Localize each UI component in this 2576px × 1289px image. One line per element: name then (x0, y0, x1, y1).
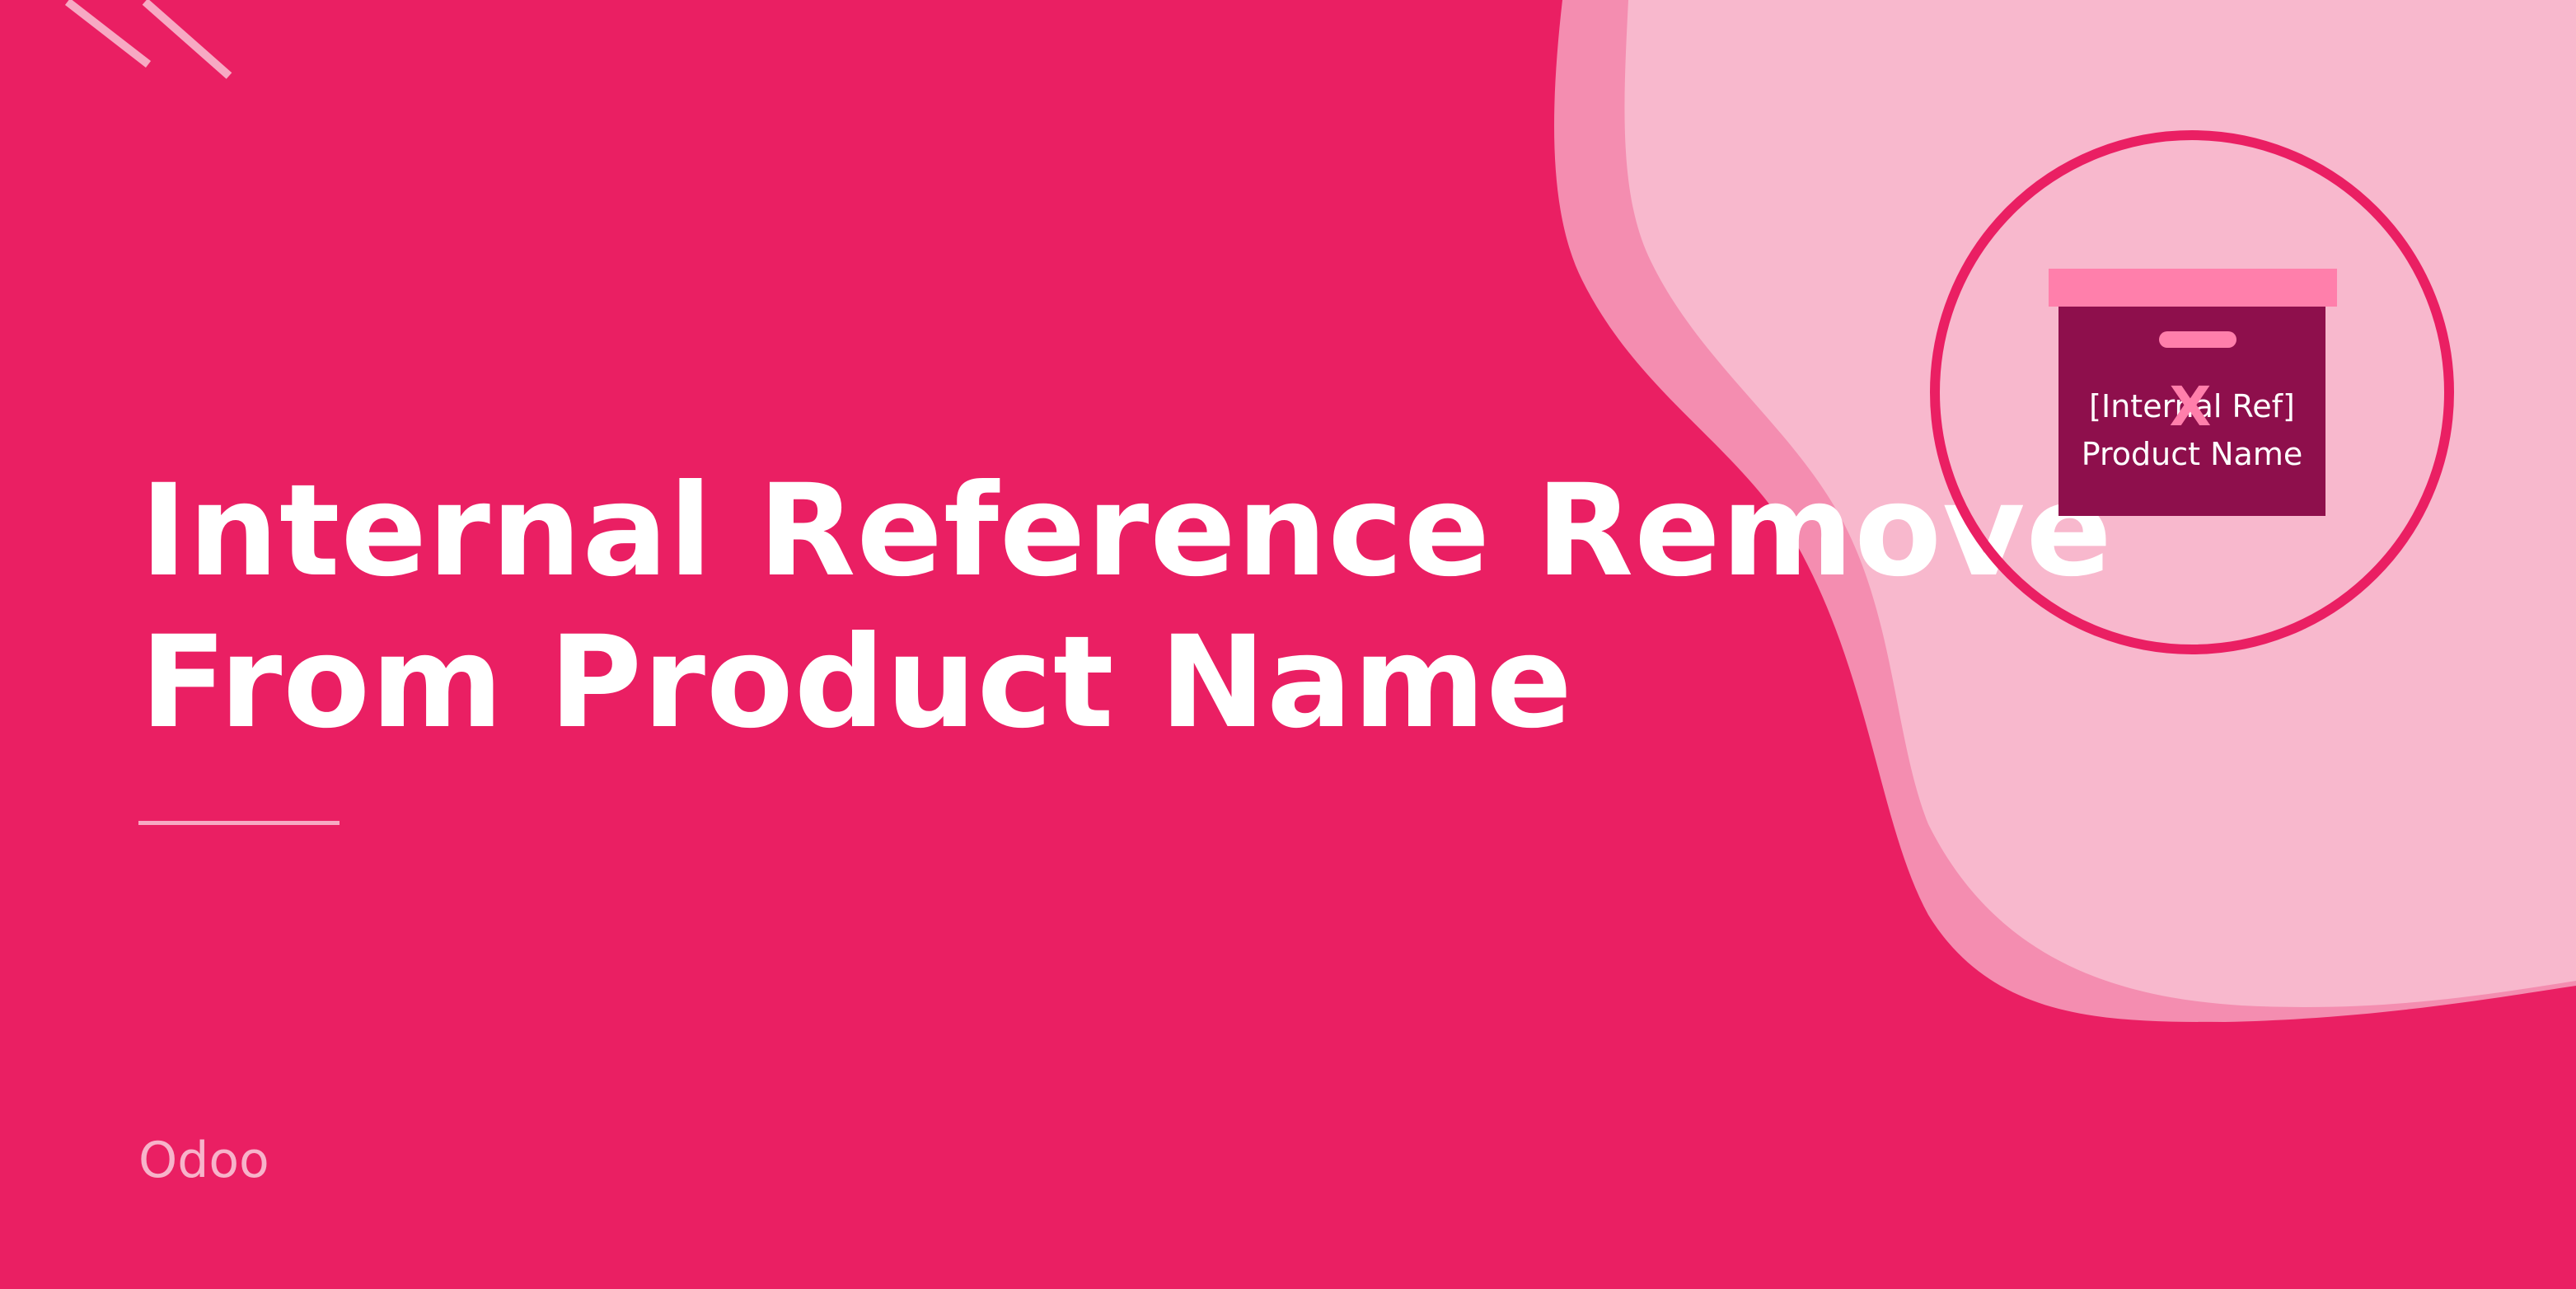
box-lid (2049, 269, 2337, 307)
remove-x-mark: X (2170, 375, 2212, 438)
title-underline (138, 821, 340, 825)
page-title-line-1: Internal Reference Remove (140, 457, 2113, 605)
brand-label: Odoo (138, 1132, 269, 1189)
tag-line-product-name: Product Name (2082, 436, 2302, 472)
banner: Internal Reference Remove From Product N… (0, 0, 2576, 1289)
decor-stripe-2 (142, 0, 232, 79)
archive-box-icon: [Internal Ref] X Product Name (1930, 130, 2454, 654)
page-title-line-2: From Product Name (140, 609, 1573, 757)
box-handle (2159, 331, 2236, 348)
decor-stripe-1 (64, 0, 152, 68)
